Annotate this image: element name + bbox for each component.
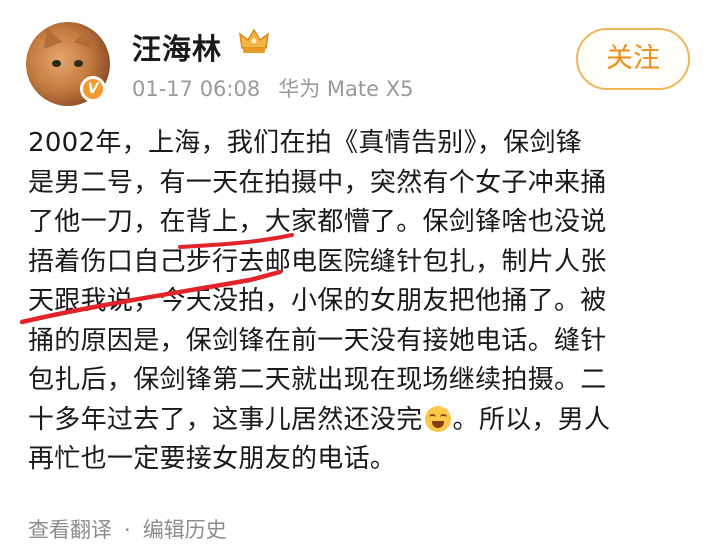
post-line: 天跟我说，今天没拍，小保的女朋友把他捅了。被 [28,286,607,316]
post-line: 捅的原因是，保剑锋在前一天没有接她电话。缝针 [28,325,607,356]
follow-button[interactable]: 关注 [576,28,690,90]
post-content: 2002年，上海，我们在拍《真情告别》，保剑锋 是男二号，有一天在拍摄中，突然有… [28,124,700,480]
laughing-crying-emoji-icon [424,405,451,432]
post-line-text: 。所以，男人 [452,404,611,435]
post-line: 包扎后，保剑锋第二天就出现在现场继续拍摄。二 [28,365,607,395]
post-line: 2002年，上海，我们在拍《真情告别》，保剑锋 [28,128,583,158]
post-timestamp: 01-17 06:08 [132,77,261,101]
post-line: 了他一刀，在背上，大家都懵了。保剑锋啥也没说 [28,207,607,237]
post-line: 再忙也一定要接女朋友的电话。 [28,444,397,474]
post-line-text: 十多年过去了，这事儿居然还没完 [28,404,423,435]
crown-icon [239,28,269,53]
cat-eye [52,60,61,67]
verified-badge-icon: V [80,76,106,102]
post-device: 华为 Mate X5 [278,77,414,101]
post-footer: 查看翻译 · 编辑历史 [28,514,227,544]
footer-separator: · [124,518,131,542]
edit-history-link[interactable]: 编辑历史 [143,518,227,542]
post-line: 十多年过去了，这事儿居然还没完 。所以，男人 [28,401,700,441]
view-translation-link[interactable]: 查看翻译 [28,518,112,542]
post-line: 捂着伤口自己步行去邮电医院缝针包扎，制片人张 [28,246,607,277]
post-line: 是男二号，有一天在拍摄中，突然有个女子冲来捅 [28,167,607,198]
cat-ear [73,25,99,49]
cat-eye [74,60,83,67]
username[interactable]: 汪海林 [132,26,222,68]
post-meta: 01-17 06:08 华为 Mate X5 [132,73,413,103]
cat-ear [37,25,63,49]
